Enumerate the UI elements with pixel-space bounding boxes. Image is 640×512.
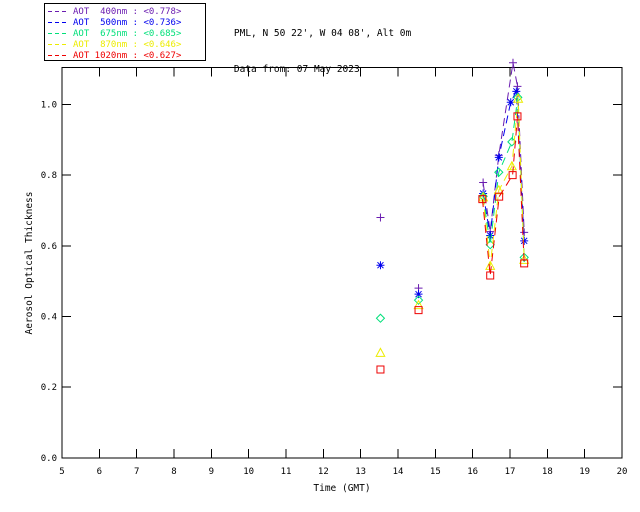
plus-marker xyxy=(376,213,385,222)
x-tick-label: 20 xyxy=(617,467,628,477)
y-tick-label: 0.4 xyxy=(41,312,57,322)
x-tick-label: 9 xyxy=(209,467,214,477)
asterisk-marker xyxy=(520,236,529,245)
asterisk-marker xyxy=(414,290,423,299)
legend-label: AOT 500nm : <0.736> xyxy=(73,17,182,28)
legend-line-sample xyxy=(48,44,69,45)
legend-line-sample xyxy=(48,55,69,56)
diamond-marker xyxy=(375,313,386,323)
square-marker xyxy=(414,306,423,315)
plus-marker xyxy=(508,58,517,67)
axis-labels: 5 6 7 8 9 10 11 12 13 14 15 16 17 18 19 20 0.0 0.2 0.4 0.6 0… xyxy=(24,100,627,494)
square-marker xyxy=(376,365,385,374)
legend-line-sample xyxy=(48,33,69,34)
series-line-aot-500nm xyxy=(482,89,525,241)
x-tick-label: 5 xyxy=(59,467,64,477)
x-tick-label: 17 xyxy=(505,467,516,477)
x-tick-label: 13 xyxy=(355,467,366,477)
series-aot-1020nm xyxy=(376,112,529,374)
legend-entry-0: AOT 400nm : <0.778> xyxy=(48,6,205,17)
x-tick-label: 18 xyxy=(542,467,553,477)
y-tick-label: 0.6 xyxy=(41,242,57,252)
y-tick-label: 1.0 xyxy=(41,100,57,110)
station-title: PML, N 50 22', W 04 08', Alt 0m xyxy=(233,28,412,39)
x-tick-label: 7 xyxy=(134,467,139,477)
y-tick-label: 0.2 xyxy=(41,383,57,393)
x-tick-label: 10 xyxy=(243,467,254,477)
series-line-aot-400nm xyxy=(482,62,525,233)
x-tick-label: 19 xyxy=(579,467,590,477)
x-tick-label: 8 xyxy=(171,467,176,477)
x-tick-label: 15 xyxy=(430,467,441,477)
series-aot-675nm xyxy=(375,92,529,323)
legend-label: AOT 675nm : <0.685> xyxy=(73,28,182,39)
x-tick-label: 14 xyxy=(393,467,404,477)
asterisk-marker xyxy=(376,261,385,270)
legend-label: AOT 870nm : <0.646> xyxy=(73,39,182,50)
legend-entry-2: AOT 675nm : <0.685> xyxy=(48,28,205,39)
aot-plot-figure: 5 6 7 8 9 10 11 12 13 14 15 16 17 18 19 20 0.0 0.2 0.4 0.6 0… xyxy=(0,0,640,512)
series-aot-870nm xyxy=(375,93,530,357)
triangle-marker xyxy=(375,347,386,357)
y-tick-label: 0.8 xyxy=(41,171,57,181)
legend-label: AOT 1020nm : <0.627> xyxy=(73,50,182,61)
legend: AOT 400nm : <0.778> AOT 500nm : <0.736> AO… xyxy=(44,3,206,61)
series-aot-500nm xyxy=(376,87,529,299)
legend-line-sample xyxy=(48,11,69,12)
plus-marker xyxy=(479,178,488,187)
legend-entry-4: AOT 1020nm : <0.627> xyxy=(48,50,205,61)
x-tick-label: 12 xyxy=(318,467,329,477)
axes xyxy=(61,66,623,459)
legend-entry-3: AOT 870nm : <0.646> xyxy=(48,39,205,50)
x-tick-label: 11 xyxy=(281,467,292,477)
x-tick-label: 16 xyxy=(467,467,478,477)
legend-line-sample xyxy=(48,22,69,23)
x-tick-label: 6 xyxy=(97,467,102,477)
legend-entry-1: AOT 500nm : <0.736> xyxy=(48,17,205,28)
y-tick-label: 0.0 xyxy=(41,454,57,464)
x-axis-title: Time (GMT) xyxy=(313,483,370,494)
asterisk-marker xyxy=(494,153,503,162)
date-title: Data from: 07 May 2023 xyxy=(233,64,360,75)
plot-title: PML, N 50 22', W 04 08', Alt 0m Data fro… xyxy=(211,7,411,97)
y-axis-title: Aerosol Optical Thickness xyxy=(24,192,35,335)
plot-frame xyxy=(61,66,623,459)
legend-label: AOT 400nm : <0.778> xyxy=(73,6,182,17)
